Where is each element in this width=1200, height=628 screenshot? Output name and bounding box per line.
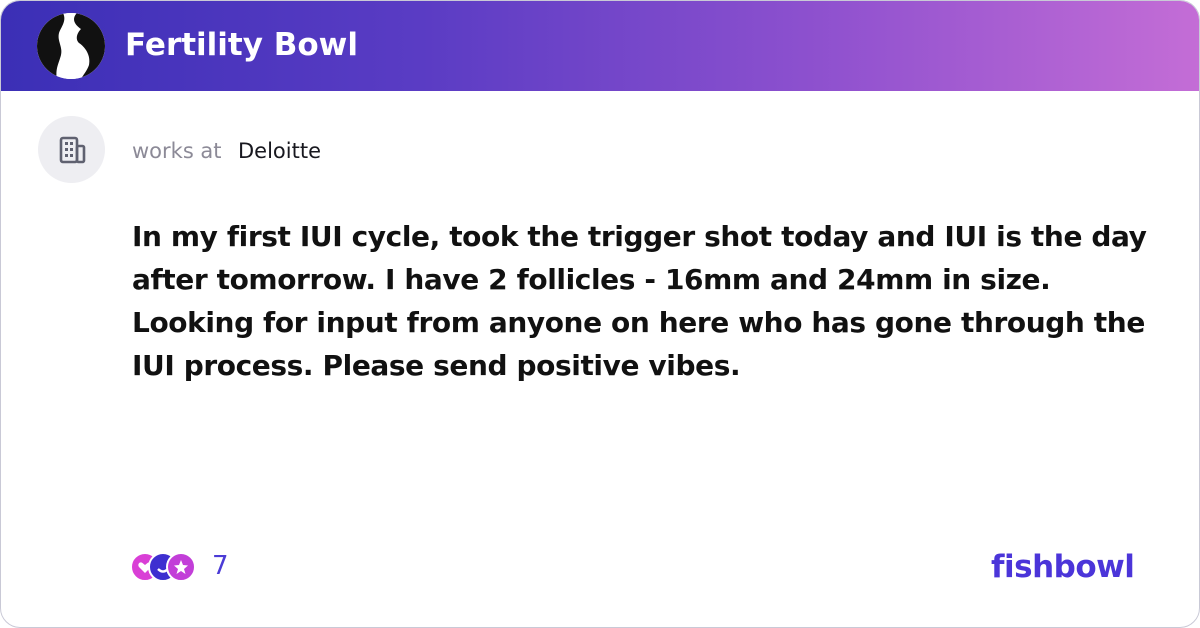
group-title[interactable]: Fertility Bowl — [125, 23, 358, 67]
fishbowl-logo[interactable]: fishbowl — [991, 546, 1135, 588]
building-icon — [38, 116, 105, 183]
star-reaction-icon — [166, 552, 196, 582]
post-text: In my first IUI cycle, took the trigger … — [132, 220, 1147, 382]
post-card[interactable]: Fertility Bowl works at Deloitte In my f… — [0, 0, 1200, 628]
company-name[interactable]: Deloitte — [238, 137, 321, 165]
works-at-label: works at — [132, 139, 222, 163]
reaction-icons[interactable] — [130, 550, 200, 582]
group-header: Fertility Bowl — [1, 1, 1199, 91]
pregnant-silhouette-icon[interactable] — [37, 13, 105, 79]
reaction-count[interactable]: 7 — [212, 550, 229, 582]
